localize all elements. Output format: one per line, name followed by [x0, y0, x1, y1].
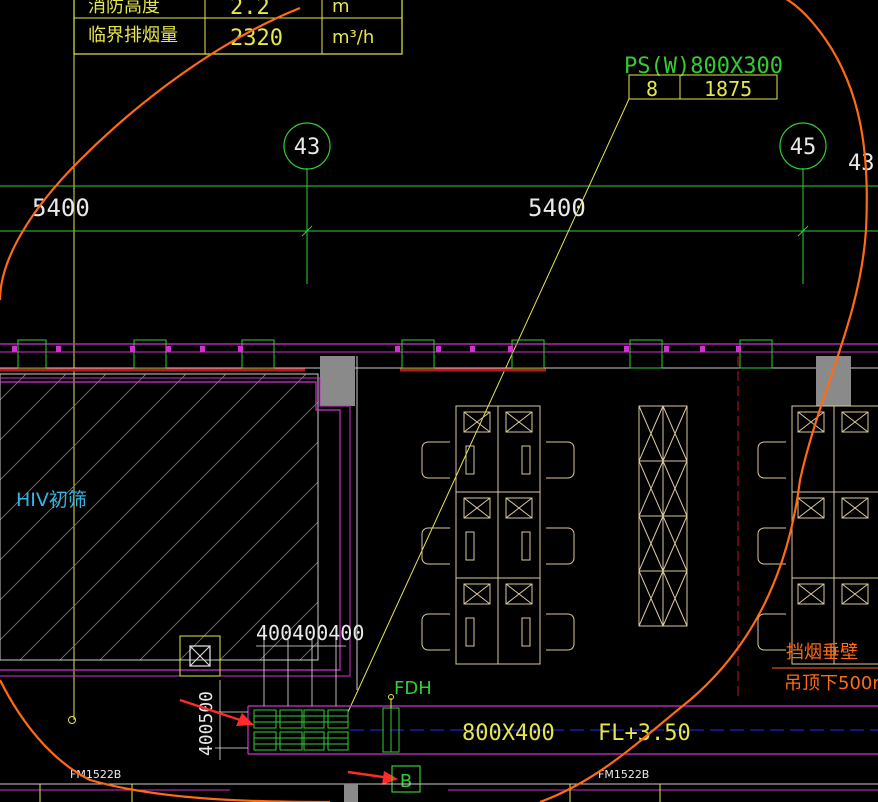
smoke-wall-note: 吊顶下500mm [784, 673, 878, 694]
vent-width-label: 400400400 [256, 621, 364, 645]
b-marker-label: B [400, 771, 412, 792]
dimension-left: 5400 [32, 194, 90, 222]
axis-label-45: 45 [790, 135, 817, 160]
door-tag-right: FM1522B [598, 768, 649, 781]
axis-edge-label: 43 [848, 151, 875, 176]
bottom-wall [0, 783, 878, 802]
shelving-unit [638, 405, 688, 627]
grid-lines [0, 168, 878, 284]
column-left [320, 356, 355, 406]
exhaust-vents [253, 709, 349, 751]
hiv-room-label: HIV初筛 [16, 489, 87, 511]
duct-size-label: 800X400 [462, 721, 555, 746]
column-right [816, 356, 851, 406]
axis-bubble-43: 43 [283, 122, 331, 170]
red-arrow-1 [179, 698, 254, 726]
dimension-right: 5400 [528, 194, 586, 222]
table-row2-label: 临界排烟量 [88, 25, 178, 46]
table-row1-unit: m [332, 0, 350, 17]
cad-drawing: 消防高度 2.2 m 临界排烟量 2320 m³/h 43 45 43 5400… [0, 0, 878, 802]
table-row1-label: 消防高度 [88, 0, 160, 17]
workstation-cluster-right [757, 405, 878, 665]
info-table: 消防高度 2.2 m 临界排烟量 2320 m³/h [73, 0, 403, 55]
axis-bubble-45: 45 [779, 122, 827, 170]
axis-label-43: 43 [294, 135, 321, 160]
fdh-label: FDH [394, 678, 432, 699]
table-row1-value: 2.2 [230, 0, 270, 20]
smoke-wall-label: 挡烟垂壁 [786, 642, 858, 663]
door-tag-left: FM1522B [70, 768, 121, 781]
ps-tag-right: 1875 [704, 77, 752, 101]
red-arrow-2 [347, 770, 398, 785]
ps-tag-left: 8 [646, 77, 658, 101]
workstation-cluster-left [421, 405, 575, 665]
table-row2-unit: m³/h [332, 27, 374, 48]
vent-height-label: 400500 [196, 691, 217, 756]
duct-level-label: FL+3.50 [598, 721, 691, 746]
ps-tag: PS(W)800X300 8 1875 [347, 54, 783, 713]
